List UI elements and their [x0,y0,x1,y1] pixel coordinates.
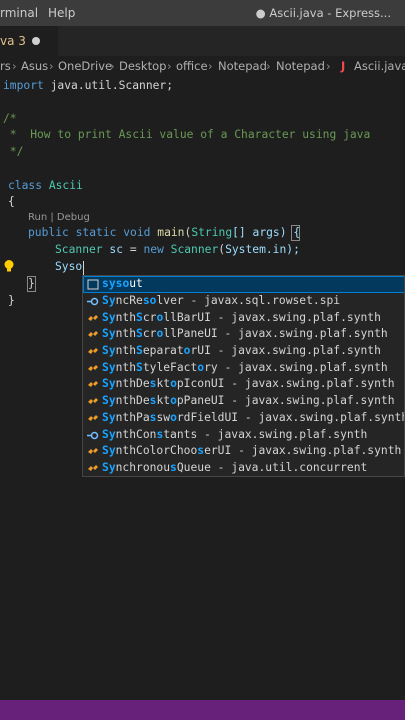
breadcrumb-item[interactable]: rs [0,59,11,73]
class-icon [88,315,98,321]
code-token: String [191,226,233,239]
breadcrumb-item[interactable]: Asus [21,59,48,73]
class-icon [88,398,98,404]
class-icon [88,415,98,421]
suggestion-item[interactable]: SyncResolver - javax.sql.rowset.spi [83,293,404,310]
suggestion-label: SynthStyleFactory - javax.swing.plaf.syn… [102,361,388,374]
code-token: main [157,226,185,239]
class-icon [88,331,98,337]
suggestion-item[interactable]: sysout [83,276,404,293]
suggestion-label: SynthDesktopIconUI - javax.swing.plaf.sy… [102,377,395,390]
tab-bar: va 3 [0,26,405,56]
code-line: import java.util.Scanner; [3,78,173,95]
suggestion-item[interactable]: SynthStyleFactory - javax.swing.plaf.syn… [83,360,404,377]
snippet-icon [87,279,99,290]
code-token: Scanner [55,243,103,256]
code-token: [] args) { [232,226,301,239]
suggestion-item[interactable]: SynthPasswordFieldUI - javax.swing.plaf.… [83,410,405,427]
lightbulb-icon[interactable] [3,259,15,273]
chevron-right-icon: › [326,59,331,73]
tab-label: va 3 [0,34,26,48]
class-icon [88,381,98,387]
suggestion-label: SyncResolver - javax.sql.rowset.spi [102,294,341,307]
class-icon [88,448,98,454]
status-bar [0,700,405,720]
code-line: public static void main(String[] args) { [28,226,301,239]
code-token: Ascii [48,179,83,192]
bracket-match-box [291,225,300,241]
unsaved-dot-icon[interactable] [32,37,40,45]
suggestion-label: SynchronousQueue - java.util.concurrent [102,461,368,474]
class-icon [88,365,98,371]
code-line: */ [3,145,24,158]
menu-terminal[interactable]: rminal [0,6,38,20]
breadcrumb-item[interactable]: office [176,59,208,73]
code-token: sc [109,243,124,256]
suggestion-label: SynthConstants - javax.swing.plaf.synth [102,428,368,441]
code-token: java.util.Scanner; [43,79,174,92]
suggestion-item[interactable]: SynthConstants - javax.swing.plaf.synth [83,427,404,444]
code-token: public [28,226,69,239]
tab-ascii-java[interactable]: va 3 [0,26,58,56]
suggestion-item[interactable]: SynthDesktopPaneUI - javax.swing.plaf.sy… [83,393,404,410]
class-icon [88,348,98,354]
chevron-right-icon: › [266,59,271,73]
chevron-right-icon: › [167,59,172,73]
menu-bar: rminal Help ● Ascii.java - Express... [0,0,405,26]
suggestion-label: SynthColorChooserUI - javax.swing.plaf.s… [102,444,402,457]
suggestion-item[interactable]: SynthColorChooserUI - javax.swing.plaf.s… [83,443,404,460]
code-token: void [123,226,151,239]
suggestion-label: SynthScrollPaneUI - javax.swing.plaf.syn… [102,327,388,340]
suggestion-label: SynthDesktopPaneUI - javax.swing.plaf.sy… [102,394,395,407]
code-token: new [143,243,164,256]
interface-icon [87,297,99,306]
code-token: System.in); [225,243,300,256]
class-icon [88,465,98,471]
code-line: } [8,294,15,307]
code-line: Scanner sc = new Scanner(System.in); [55,243,300,256]
java-file-icon: J [341,59,346,73]
code-token: import [3,79,44,92]
breadcrumb: rs › Asus › OneDrive › Desktop › office … [0,57,405,77]
bracket-match-box [27,276,36,292]
chevron-right-icon: › [12,59,17,73]
breadcrumb-item[interactable]: Desktop [119,59,166,73]
breadcrumb-item[interactable]: Ascii.java [354,59,405,73]
code-line: class Ascii [8,178,83,195]
suggestion-widget[interactable]: sysout SyncResolver - javax.sql.rowset.s… [82,275,405,477]
code-token: class [8,179,43,192]
code-line: Syso [55,260,83,273]
suggestion-item[interactable]: SynthScrollBarUI - javax.swing.plaf.synt… [83,310,404,327]
chevron-right-icon: › [208,59,213,73]
suggestion-item[interactable]: SynthDesktopIconUI - javax.swing.plaf.sy… [83,376,404,393]
breadcrumb-item[interactable]: OneDrive [58,59,112,73]
suggestion-label: SynthPasswordFieldUI - javax.swing.plaf.… [102,411,405,424]
chevron-right-icon: › [110,59,115,73]
codelens-run-debug[interactable]: Run | Debug [28,212,90,223]
code-token: static [75,226,117,239]
code-line: /* [3,112,17,125]
code-line: { [8,195,15,208]
code-line: * How to print Ascii value of a Characte… [3,128,371,141]
code-token: Scanner [170,243,219,256]
suggestion-label: SynthScrollBarUI - javax.swing.plaf.synt… [102,311,381,324]
window-title: ● Ascii.java - Express... [255,6,391,20]
suggestion-item[interactable]: SynthSeparatorUI - javax.swing.plaf.synt… [83,343,404,360]
chevron-right-icon: › [49,59,54,73]
suggestion-label: SynthSeparatorUI - javax.swing.plaf.synt… [102,344,381,357]
breadcrumb-item[interactable]: Notepad [218,59,267,73]
suggestion-label: sysout [102,277,143,290]
suggestion-item[interactable]: SynchronousQueue - java.util.concurrent [83,460,404,476]
interface-icon [87,431,99,440]
breadcrumb-item[interactable]: Notepad [276,59,325,73]
text-cursor [83,261,84,275]
menu-help[interactable]: Help [48,6,75,20]
suggestion-item[interactable]: SynthScrollPaneUI - javax.swing.plaf.syn… [83,326,404,343]
